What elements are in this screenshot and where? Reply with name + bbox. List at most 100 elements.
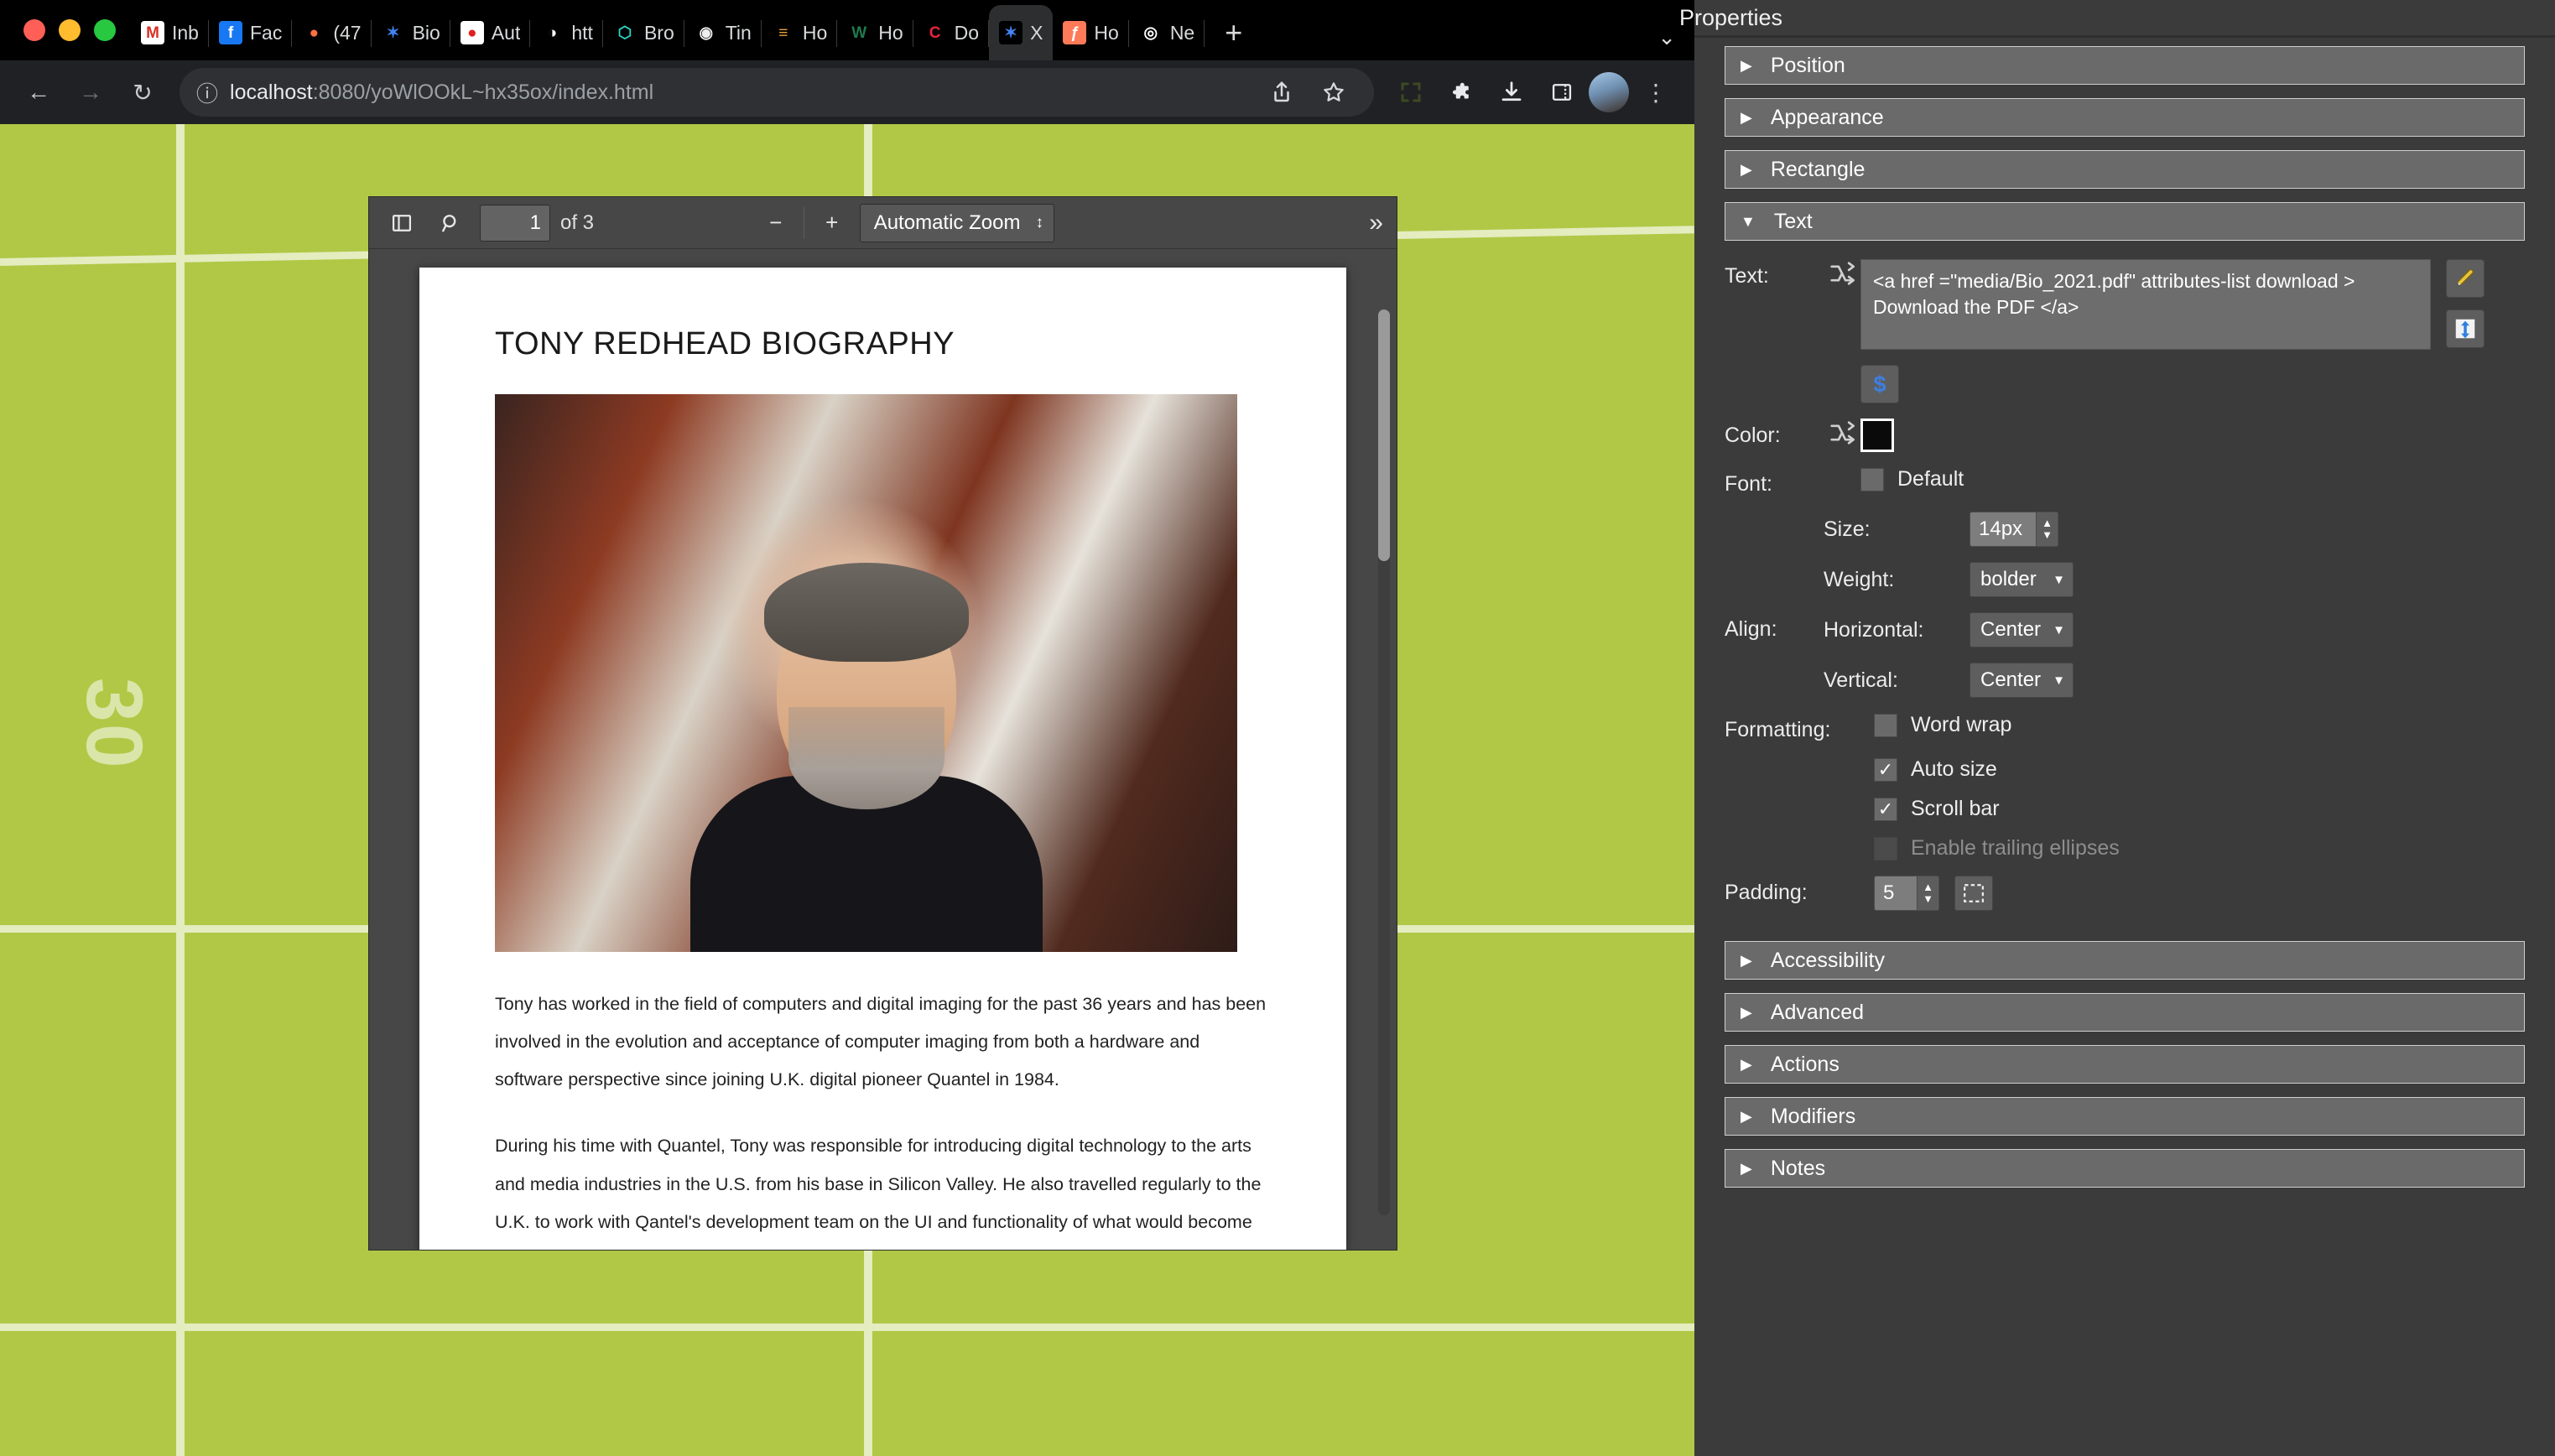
tab-list-chevron-icon[interactable]: ⌄ [1657, 24, 1676, 50]
section-header-accessibility[interactable]: ▶ Accessibility [1725, 941, 2525, 980]
browser-window: M Inb f Fac ● (47 ✶ Bio ● Aut ◑ htt ⬡ Bro ◉ Tin ≡ Ho W Ho C D… [0, 0, 1694, 1456]
section-header-notes[interactable]: ▶ Notes [1725, 1149, 2525, 1188]
window-controls [12, 0, 131, 60]
facebook-icon: f [218, 21, 242, 44]
browser-tab[interactable]: ◑ htt [530, 5, 603, 60]
browser-tab[interactable]: ◉ Tin [684, 5, 762, 60]
avatar[interactable] [1589, 72, 1629, 112]
url-host: localhost [230, 80, 313, 104]
browser-menu-icon[interactable]: ⋮ [1632, 69, 1679, 116]
search-icon[interactable] [431, 204, 470, 242]
fullscreen-icon[interactable] [1387, 69, 1434, 116]
properties-sections: ▶ Position ▶ Appearance ▶ Rectangle ▼ Te… [1694, 38, 2555, 1188]
download-icon[interactable] [1488, 69, 1535, 116]
auto-size-checkbox-row[interactable]: ✓ Auto size [1874, 757, 1997, 782]
auto-size-checkbox[interactable]: ✓ [1874, 757, 1897, 782]
binding-icon[interactable] [1824, 259, 1860, 286]
padding-stepper[interactable]: 5 ▲ ▼ [1874, 876, 1939, 911]
pdf-scrollbar-thumb[interactable] [1378, 309, 1390, 561]
browser-tab[interactable]: W Ho [837, 5, 913, 60]
vertical-label: Vertical: [1824, 668, 1898, 692]
browser-tab[interactable]: f Fac [209, 5, 293, 60]
close-window-button[interactable] [23, 19, 45, 41]
binding-icon[interactable] [1824, 419, 1860, 445]
omnibox-actions [1258, 69, 1357, 116]
chevron-down-icon: ▼ [1741, 213, 1756, 230]
font-label: Font: [1725, 472, 1772, 496]
stepper-arrows-icon[interactable]: ▲ ▼ [1917, 876, 1938, 910]
browser-tab[interactable]: ◎ Ne [1129, 5, 1205, 60]
import-icon[interactable] [2446, 309, 2485, 348]
zoom-level-select[interactable]: Automatic Zoom ↕ [859, 203, 1054, 242]
section-header-appearance[interactable]: ▶ Appearance [1725, 98, 2525, 137]
section-header-advanced[interactable]: ▶ Advanced [1725, 993, 2525, 1032]
align-horizontal-value: Center [1980, 618, 2042, 641]
browser-tab[interactable]: ✶ Bio [372, 5, 450, 60]
browser-tab[interactable]: ✶ X [989, 5, 1054, 60]
section-header-position[interactable]: ▶ Position [1725, 46, 2525, 85]
flame-icon: ● [302, 21, 326, 44]
font-default-checkbox-row[interactable]: Default [1860, 467, 1964, 491]
pencil-icon[interactable] [2446, 259, 2485, 298]
share-icon[interactable] [1258, 69, 1305, 116]
color-swatch[interactable] [1860, 419, 1894, 452]
document-paragraph: During his time with Quantel, Tony was r… [495, 1136, 1262, 1250]
star-icon[interactable] [1310, 69, 1357, 116]
address-bar[interactable]: ⓘ localhost:8080/yoWlOOkL~hx35ox/index.h… [180, 68, 1374, 117]
w3-icon: W [847, 21, 872, 44]
browser-tab[interactable]: ≡ Ho [762, 5, 838, 60]
side-panel-icon[interactable] [1538, 69, 1585, 116]
maximize-window-button[interactable] [94, 19, 116, 41]
minimize-window-button[interactable] [59, 19, 81, 41]
section-header-modifiers[interactable]: ▶ Modifiers [1725, 1097, 2525, 1136]
browser-tab[interactable]: ● (47 [292, 5, 372, 60]
font-default-checkbox[interactable] [1860, 467, 1884, 491]
align-horizontal-select[interactable]: Center ▼ [1970, 612, 2074, 647]
more-tools-icon[interactable]: » [1369, 209, 1383, 237]
align-vertical-row: Vertical: Center ▼ [1725, 663, 2525, 698]
section-label: Modifiers [1770, 1104, 1856, 1128]
forward-button[interactable]: → [67, 69, 114, 116]
new-tab-button[interactable]: + [1205, 5, 1262, 60]
align-vertical-select[interactable]: Center ▼ [1970, 663, 2074, 698]
pdf-scrollbar[interactable] [1378, 309, 1390, 1215]
chevron-right-icon: ▶ [1741, 1004, 1752, 1021]
gmail-icon: M [141, 21, 164, 44]
page-number-input[interactable]: 1 [480, 204, 550, 242]
sidebar-toggle-icon[interactable] [382, 204, 421, 242]
photos-icon: ✶ [999, 21, 1023, 44]
stepper-arrows-icon[interactable]: ▲ ▼ [2036, 512, 2058, 546]
scroll-bar-checkbox-row[interactable]: ✓ Scroll bar [1874, 797, 2000, 821]
pdf-toolbar: 1 of 3 − + Automatic Zoom ↕ » [369, 197, 1397, 249]
puzzle-icon[interactable] [1438, 69, 1485, 116]
word-wrap-checkbox-row[interactable]: Word wrap [1874, 713, 2011, 737]
font-weight-select[interactable]: bolder ▼ [1970, 562, 2074, 597]
browser-tab[interactable]: C Do [913, 5, 990, 60]
formatting-autosize-row: ✓ Auto size [1725, 757, 2525, 782]
zoom-in-button[interactable]: + [813, 204, 851, 242]
reload-button[interactable]: ↻ [119, 69, 166, 116]
section-label: Accessibility [1770, 948, 1885, 972]
text-value-field[interactable]: <a href ="media/Bio_2021.pdf" attributes… [1860, 259, 2431, 350]
formatting-label: Formatting: [1725, 718, 1831, 741]
font-size-stepper[interactable]: 14px ▲ ▼ [1970, 512, 2058, 547]
site-info-icon[interactable]: ⓘ [196, 77, 218, 108]
section-header-rectangle[interactable]: ▶ Rectangle [1725, 150, 2525, 189]
browser-tab[interactable]: M Inb [131, 5, 209, 60]
section-header-text[interactable]: ▼ Text [1725, 202, 2525, 241]
align-label: Align: [1725, 617, 1777, 641]
scroll-bar-checkbox[interactable]: ✓ [1874, 797, 1897, 821]
back-button[interactable]: ← [15, 69, 62, 116]
browser-tab[interactable]: ● Aut [450, 5, 531, 60]
document-title: TONY REDHEAD BIOGRAPHY [495, 326, 955, 361]
browser-tab[interactable]: ƒ Ho [1053, 5, 1129, 60]
variable-icon[interactable]: $ [1860, 365, 1899, 403]
word-wrap-checkbox[interactable] [1874, 713, 1897, 737]
text-label: Text: [1725, 264, 1769, 288]
bounds-picker-icon[interactable] [1954, 876, 1993, 911]
zoom-out-button[interactable]: − [757, 204, 795, 242]
browser-tab[interactable]: ⬡ Bro [603, 5, 684, 60]
section-header-actions[interactable]: ▶ Actions [1725, 1045, 2525, 1084]
chevron-down-icon: ▼ [2053, 673, 2065, 688]
